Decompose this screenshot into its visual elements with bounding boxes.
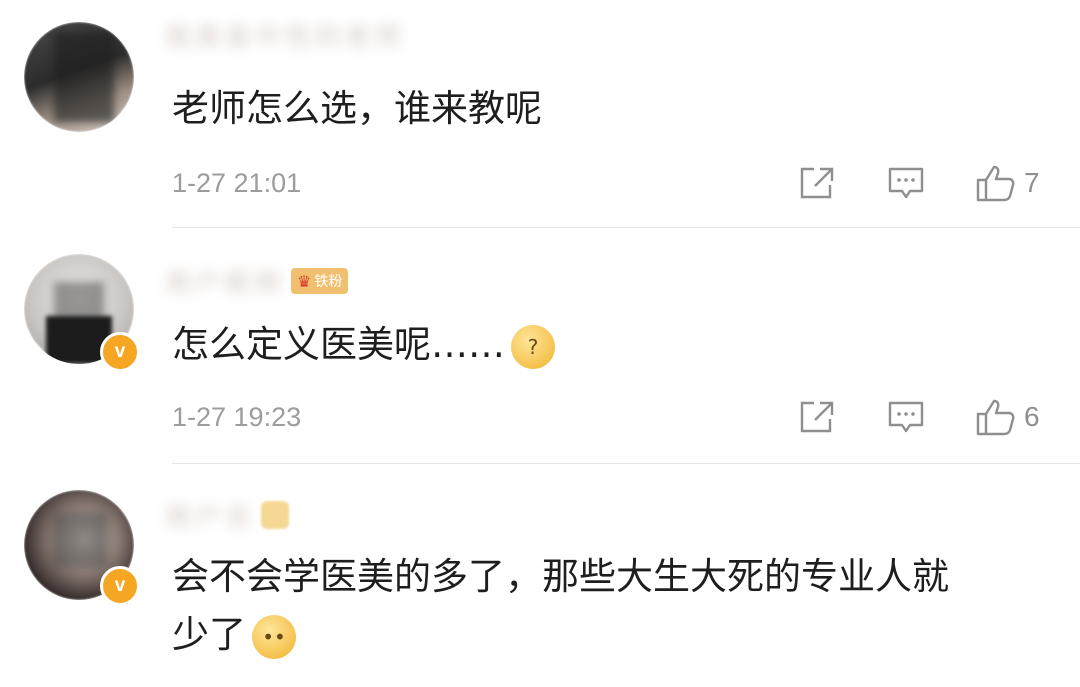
share-icon: [800, 167, 834, 199]
thumbs-up-icon: [976, 399, 1015, 436]
comment-item: v 用户昵称 ♛ 铁粉 怎么定义医美呢……? 1-27 19:23 6: [0, 228, 1080, 464]
avatar[interactable]: [24, 22, 134, 132]
share-icon: [800, 401, 834, 433]
username[interactable]: 用户昵称 ♛ 铁粉: [165, 266, 349, 299]
comment-meta: 1-27 21:01 7: [172, 163, 1042, 203]
like-button[interactable]: 7: [974, 163, 1042, 203]
level-badge-icon: [261, 501, 290, 529]
comment-meta: 1-27 19:23 6: [172, 397, 1042, 437]
like-count: 7: [1024, 167, 1040, 198]
comment-timestamp: 1-27 21:01: [172, 167, 302, 198]
like-count: 6: [1024, 401, 1040, 432]
verified-badge: v: [100, 566, 140, 606]
comment-actions: 6: [798, 397, 1042, 437]
share-button[interactable]: [798, 399, 836, 435]
comment-text: 会不会学医美的多了，那些大生大死的专业人就 少了 ••: [172, 548, 1052, 664]
comment-text: 怎么定义医美呢……?: [172, 316, 1052, 374]
comment-text: 老师怎么选，谁来教呢: [172, 87, 542, 130]
fan-badge: ♛ 铁粉: [291, 268, 349, 294]
comment-icon: [888, 401, 924, 433]
share-button[interactable]: [798, 165, 836, 201]
comment-icon: [888, 167, 924, 199]
comment-actions: 7: [798, 163, 1042, 203]
username[interactable]: 用户名: [165, 500, 290, 533]
crown-icon: ♛: [297, 271, 312, 291]
reply-button[interactable]: [886, 399, 926, 435]
pleading-emoji-icon: ••: [252, 614, 296, 659]
reply-button[interactable]: [886, 165, 926, 201]
like-button[interactable]: 6: [974, 397, 1042, 437]
comment-item: 我真是中性的老师 老师怎么选，谁来教呢 1-27 21:01 7: [0, 0, 1080, 228]
comment-item: v 用户名 会不会学医美的多了，那些大生大死的专业人就 少了 ••: [0, 464, 1080, 687]
comment-timestamp: 1-27 19:23: [172, 401, 302, 432]
thumbs-up-icon: [976, 165, 1015, 202]
verified-badge: v: [100, 332, 140, 372]
thinking-emoji-icon: ?: [511, 324, 555, 369]
username[interactable]: 我真是中性的老师: [165, 20, 405, 53]
